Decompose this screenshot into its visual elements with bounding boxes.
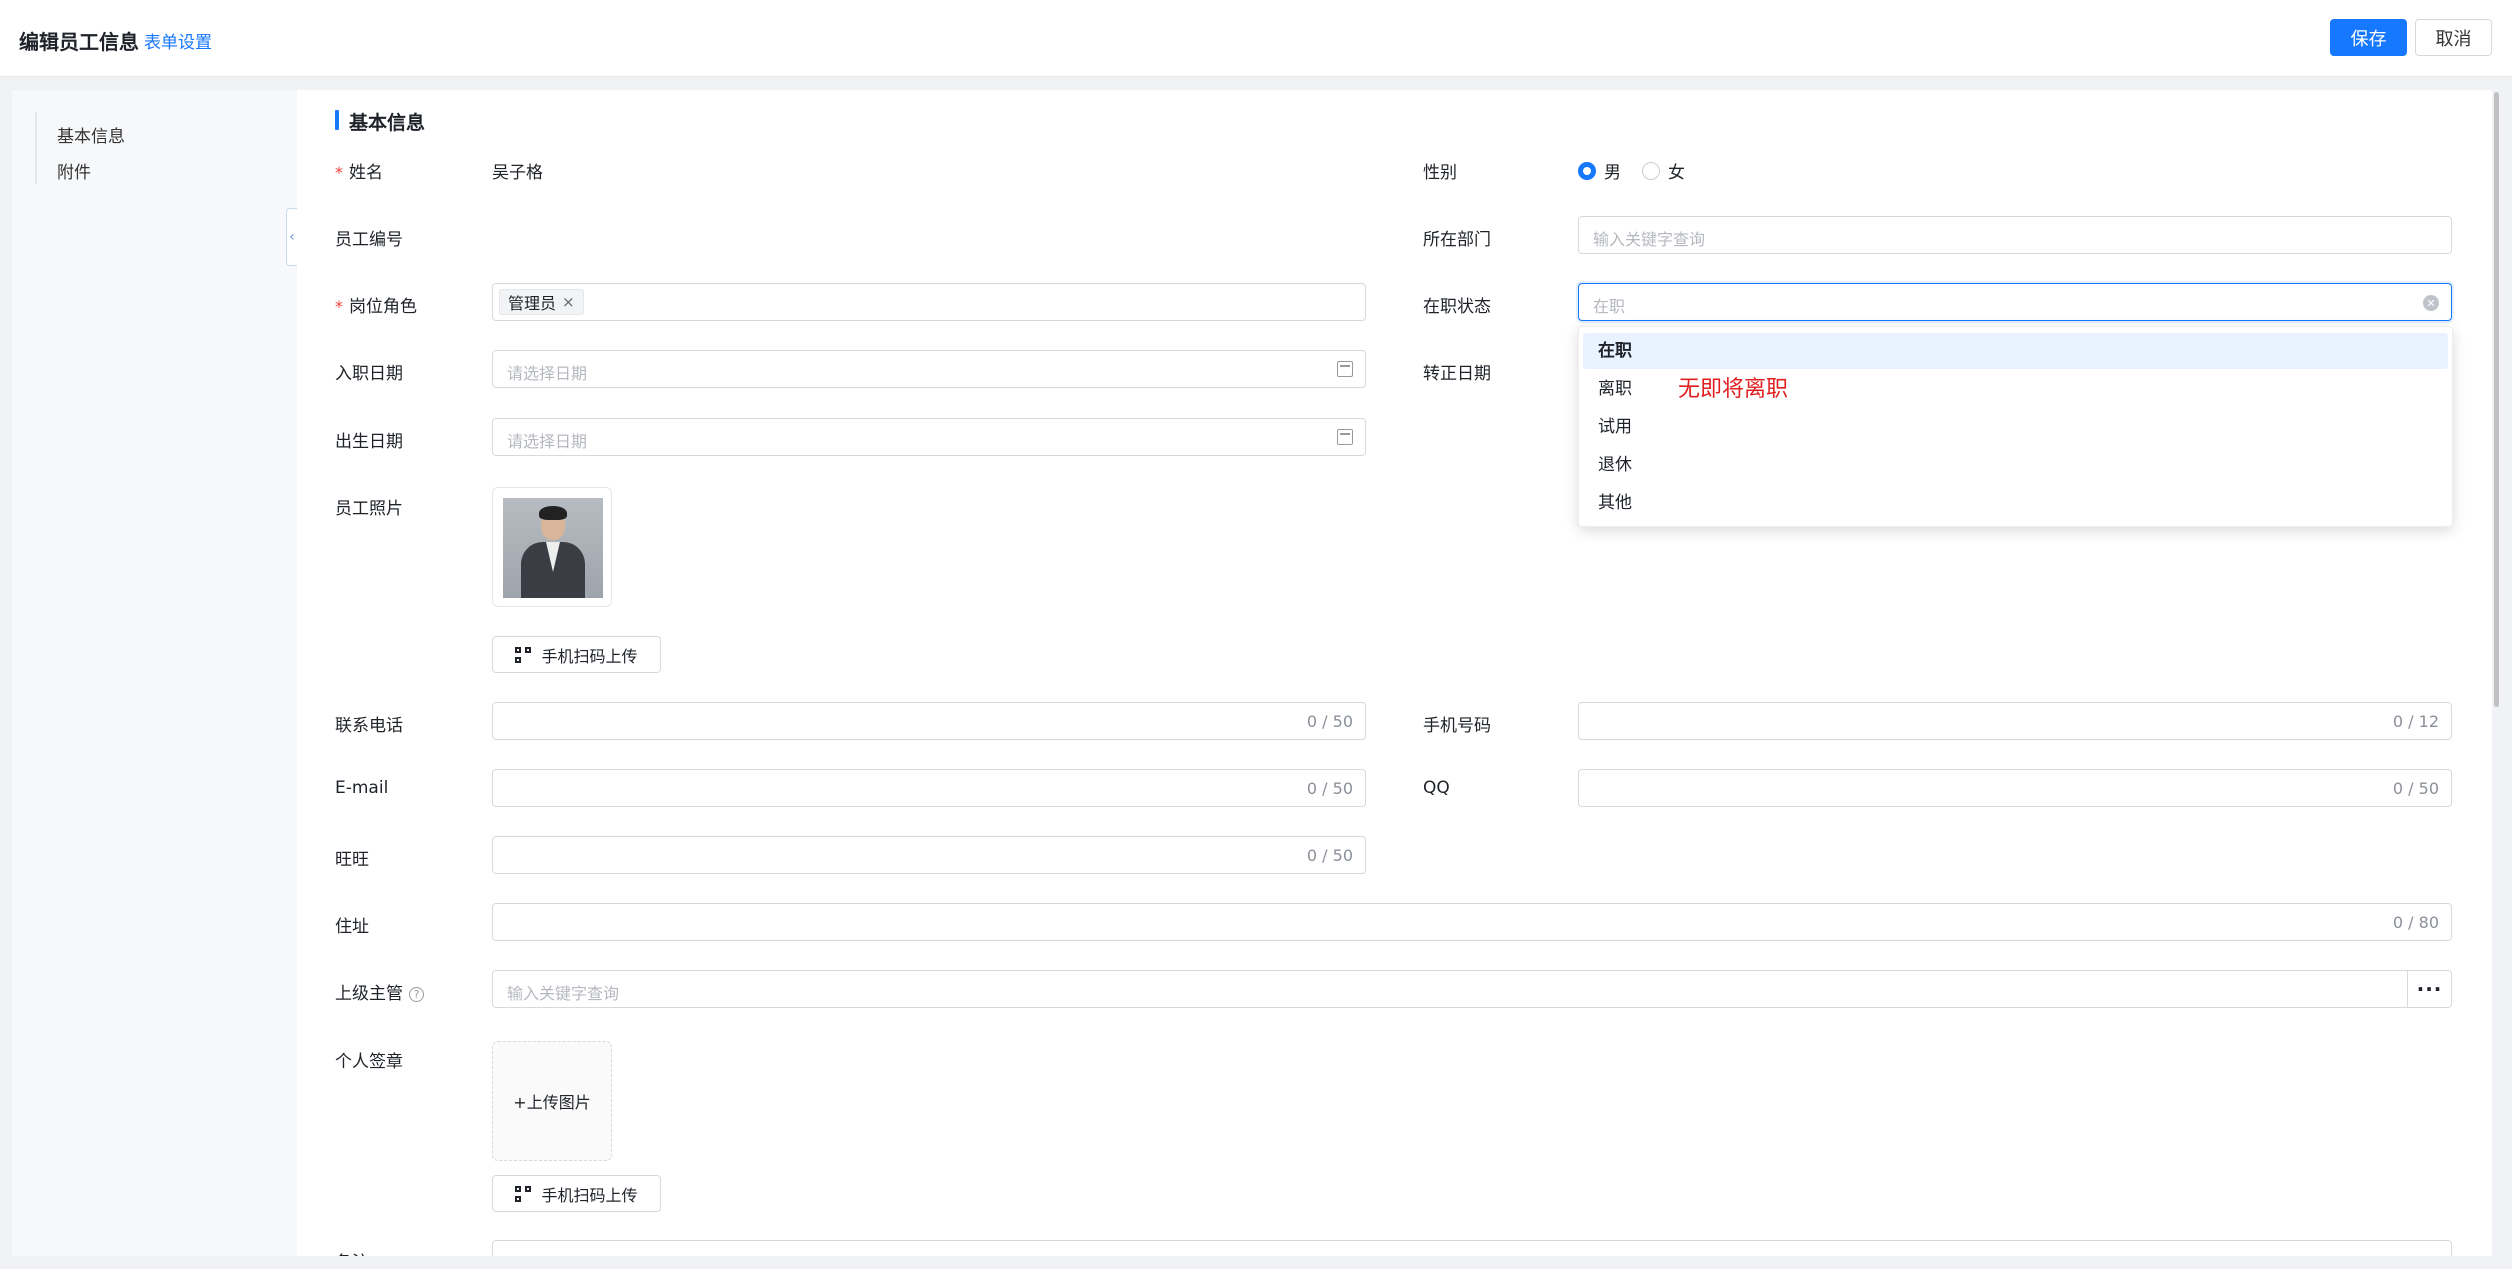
hire-date-label: 入职日期 [335,364,403,384]
mobile-input[interactable]: 0 / 12 [1578,702,2452,740]
nav-item-basic-info[interactable]: 基本信息 [57,122,125,147]
gender-radio-male[interactable]: 男 [1578,158,1621,183]
annotation-note: 无即将离职 [1678,377,1789,402]
phone-label: 联系电话 [335,716,403,736]
employee-photo[interactable] [492,487,612,607]
signature-upload[interactable]: +上传图片 [492,1041,612,1161]
nav-track [35,112,37,184]
supervisor-input[interactable]: 输入关键字查询 ··· [492,970,2452,1008]
mobile-label: 手机号码 [1423,716,1491,736]
email-input[interactable]: 0 / 50 [492,769,1366,807]
remark-textarea[interactable] [492,1240,2452,1256]
close-icon[interactable]: × [562,293,575,311]
status-dropdown-menu: 在职 离职 试用 退休 其他 [1578,326,2453,527]
qr-code-icon [515,1185,532,1202]
radio-checked-icon [1578,161,1596,180]
status-label: 在职状态 [1423,297,1491,317]
required-mark: * [335,297,343,316]
form-panel: 基本信息 * 姓名 吴子格 性别 男 女 员工编号 所在部门 输入关键字查询 * 岗… [297,90,2492,1256]
chevron-left-icon: ‹ [289,229,295,245]
address-input[interactable]: 0 / 80 [492,903,2452,941]
section-nav: 基本信息 附件 [12,90,297,1256]
save-button[interactable]: 保存 [2330,19,2407,56]
help-icon[interactable]: ? [409,987,424,1002]
name-label: * 姓名 [335,163,383,183]
radio-unchecked-icon [1642,161,1660,180]
scan-upload-button[interactable]: 手机扫码上传 [492,636,661,673]
status-option[interactable]: 其他 [1583,485,2448,521]
page-title: 编辑员工信息 [19,30,139,54]
name-value: 吴子格 [492,163,543,183]
wangwang-input[interactable]: 0 / 50 [492,836,1366,874]
role-select[interactable]: 管理员 × [492,283,1366,321]
photo-image [503,498,603,598]
signature-scan-upload-button[interactable]: 手机扫码上传 [492,1175,661,1212]
address-label: 住址 [335,917,369,937]
more-options-button[interactable]: ··· [2407,971,2451,1007]
employee-no-label: 员工编号 [335,230,403,250]
qr-code-icon [515,646,532,663]
wangwang-label: 旺旺 [335,850,369,870]
status-option[interactable]: 在职 [1583,333,2448,369]
signature-label: 个人签章 [335,1052,403,1072]
gender-radio-female[interactable]: 女 [1642,158,1685,183]
gender-label: 性别 [1423,163,1457,183]
status-option[interactable]: 试用 [1583,409,2448,445]
form-settings-link[interactable]: 表单设置 [144,28,212,53]
status-select[interactable]: 在职 ✕ [1578,283,2452,321]
section-title: 基本信息 [349,112,426,134]
top-bar: 编辑员工信息 表单设置 保存 取消 [0,0,2512,77]
status-option[interactable]: 退休 [1583,447,2448,483]
supervisor-label: 上级主管? [335,979,424,1004]
clear-icon[interactable]: ✕ [2423,295,2439,311]
birth-date-label: 出生日期 [335,432,403,452]
role-tag: 管理员 × [499,289,584,315]
scrollbar[interactable] [2494,92,2499,707]
role-label: * 岗位角色 [335,297,417,317]
qq-label: QQ [1423,778,1450,798]
email-label: E-mail [335,778,389,798]
phone-input[interactable]: 0 / 50 [492,702,1366,740]
department-input[interactable]: 输入关键字查询 [1578,216,2452,254]
remark-label: 备注 [335,1248,369,1256]
qq-input[interactable]: 0 / 50 [1578,769,2452,807]
cancel-button[interactable]: 取消 [2415,19,2492,56]
calendar-icon [1337,361,1353,377]
hire-date-picker[interactable]: 请选择日期 [492,350,1366,388]
birth-date-picker[interactable]: 请选择日期 [492,418,1366,456]
section-accent-bar [335,110,339,130]
department-label: 所在部门 [1423,230,1491,250]
nav-item-attachments[interactable]: 附件 [57,158,91,183]
regular-date-label: 转正日期 [1423,364,1491,384]
calendar-icon [1337,429,1353,445]
required-mark: * [335,163,343,182]
photo-label: 员工照片 [335,499,403,519]
